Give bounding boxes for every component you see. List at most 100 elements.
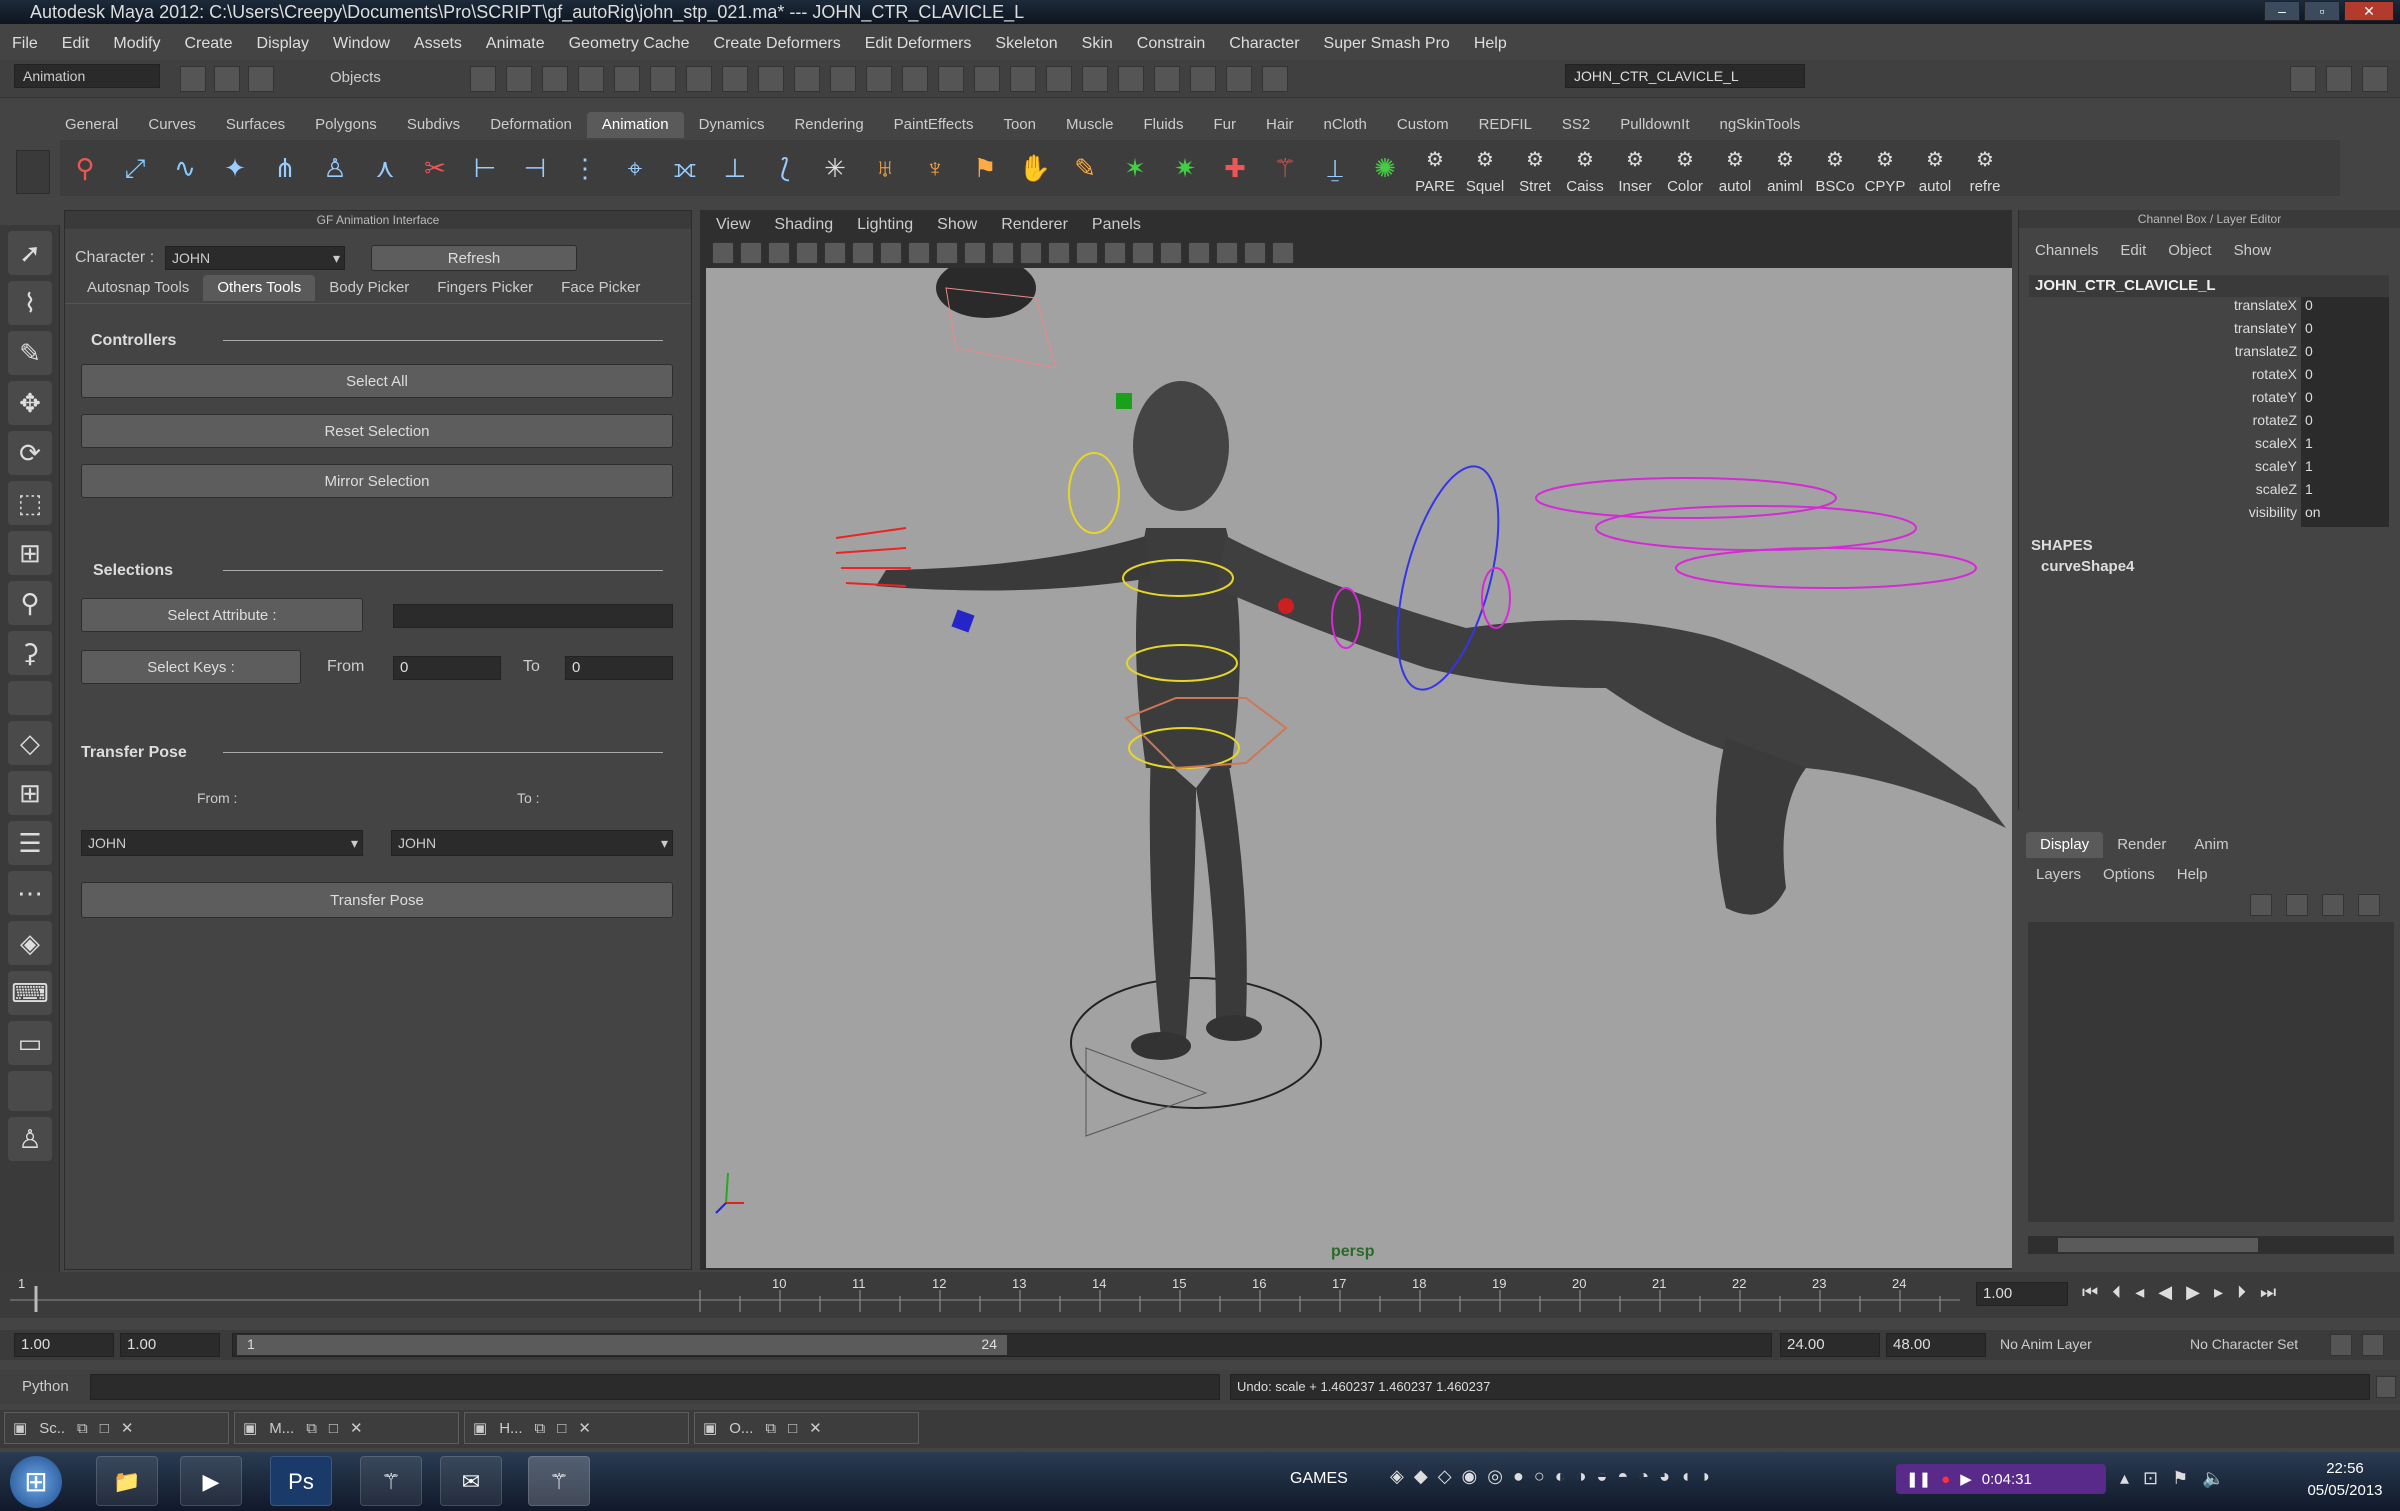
- step-forward-key-icon[interactable]: ⏵: [2237, 1282, 2246, 1303]
- tab-autosnap-tools[interactable]: Autosnap Tools: [73, 275, 203, 301]
- attribute-editor-toggle-icon[interactable]: [2362, 66, 2388, 92]
- range-track[interactable]: 1 24: [232, 1333, 1772, 1357]
- select-attribute-button[interactable]: Select Attribute :: [81, 598, 363, 632]
- end-time-field[interactable]: 48.00: [1886, 1333, 1986, 1357]
- channel-value[interactable]: 0: [2301, 297, 2389, 320]
- viewport-menu-renderer[interactable]: Renderer: [1001, 216, 1068, 238]
- channel-box-toggle-icon[interactable]: [2326, 66, 2352, 92]
- render-view-icon[interactable]: [1154, 66, 1180, 92]
- minimize-button[interactable]: –: [2264, 1, 2300, 21]
- menu-super-smash-pro[interactable]: Super Smash Pro: [1324, 30, 1450, 58]
- script-pare-icon[interactable]: ⚙ PARE: [1410, 140, 1460, 196]
- script-refre-icon[interactable]: ⚙ refre: [1960, 140, 2010, 196]
- channel-row[interactable]: translateY 0: [2031, 320, 2400, 343]
- single-view-icon[interactable]: ◇: [8, 721, 52, 765]
- minimized-window[interactable]: ▣ M... ⧉ □ ✕: [234, 1412, 459, 1444]
- graph-view-icon[interactable]: ⋯: [8, 871, 52, 915]
- reroot-icon[interactable]: ⊢: [460, 140, 510, 196]
- four-view-icon[interactable]: ⊞: [8, 771, 52, 815]
- tray-app-icon[interactable]: ◇: [1438, 1466, 1452, 1487]
- channel-row[interactable]: scaleX 1: [2031, 435, 2400, 458]
- close-icon[interactable]: ✕: [350, 1419, 363, 1437]
- textured-icon[interactable]: [1076, 242, 1098, 264]
- tab-others-tools[interactable]: Others Tools: [203, 275, 316, 301]
- tray-app-icon[interactable]: ◉: [1462, 1466, 1478, 1487]
- connect-joint-icon[interactable]: ⌖: [610, 140, 660, 196]
- script-color-icon[interactable]: ⚙ Color: [1660, 140, 1710, 196]
- menu-animate[interactable]: Animate: [486, 30, 545, 58]
- script-bsco-icon[interactable]: ⚙ BSCo: [1810, 140, 1860, 196]
- xray-joints-icon[interactable]: [1244, 242, 1266, 264]
- tray-app-icon[interactable]: ●: [1513, 1466, 1524, 1487]
- safe-action-icon[interactable]: [964, 242, 986, 264]
- channel-row[interactable]: scaleY 1: [2031, 458, 2400, 481]
- play-backward-icon[interactable]: ◀: [2158, 1282, 2172, 1303]
- from-frame-field[interactable]: 0: [393, 656, 501, 680]
- script-autol-icon[interactable]: ⚙ autol: [1710, 140, 1760, 196]
- channel-row[interactable]: rotateY 0: [2031, 389, 2400, 412]
- input-ops-icon[interactable]: [902, 66, 928, 92]
- viewport-menu-lighting[interactable]: Lighting: [857, 216, 913, 238]
- tray-app-icon[interactable]: ◐: [1555, 1466, 1566, 1487]
- current-frame-field[interactable]: 1.00: [1976, 1282, 2068, 1306]
- menu-create-deformers[interactable]: Create Deformers: [714, 30, 841, 58]
- menu-assets[interactable]: Assets: [414, 30, 462, 58]
- transfer-from-dropdown[interactable]: JOHN ▾: [81, 830, 363, 856]
- magnet-curve-icon[interactable]: [974, 66, 1000, 92]
- channel-value[interactable]: 1: [2301, 481, 2389, 504]
- script-cpyp-icon[interactable]: ⚙ CPYP: [1860, 140, 1910, 196]
- menu-geometry-cache[interactable]: Geometry Cache: [569, 30, 690, 58]
- play-icon[interactable]: ▶: [1960, 1470, 1972, 1488]
- smooth-bind-icon[interactable]: ♆: [910, 140, 960, 196]
- maya-icon[interactable]: ⚚: [360, 1456, 422, 1506]
- isolate-select-icon[interactable]: [1188, 242, 1210, 264]
- shelf-tab-deformation[interactable]: Deformation: [475, 112, 587, 138]
- menu-set-dropdown[interactable]: Animation: [14, 64, 160, 88]
- script-editor-icon[interactable]: [2376, 1376, 2396, 1398]
- human-ik-icon[interactable]: ♙: [310, 140, 360, 196]
- screen-recorder-widget[interactable]: ❚❚ ● ▶ 0:04:31: [1896, 1464, 2106, 1494]
- transfer-pose-button[interactable]: Transfer Pose: [81, 882, 673, 918]
- shelf-tab-subdivs[interactable]: Subdivs: [392, 112, 475, 138]
- tab-anim[interactable]: Anim: [2180, 832, 2242, 858]
- safe-title-icon[interactable]: [992, 242, 1014, 264]
- close-button[interactable]: ✕: [2344, 1, 2394, 21]
- script-autol2-icon[interactable]: ⚙ autol: [1910, 140, 1960, 196]
- script-view-icon[interactable]: ⌨: [8, 971, 52, 1015]
- hypershade-view-icon[interactable]: ◈: [8, 921, 52, 965]
- move-layer-up-icon[interactable]: [2322, 894, 2344, 916]
- selection-mask-label[interactable]: Objects: [310, 66, 450, 90]
- parent-constraint-icon[interactable]: ⚚: [1260, 140, 1310, 196]
- go-to-end-icon[interactable]: ⏭: [2260, 1282, 2276, 1303]
- select-all-button[interactable]: Select All: [81, 364, 673, 398]
- start-button[interactable]: ⊞: [10, 1456, 62, 1508]
- shelf-tab-muscle[interactable]: Muscle: [1051, 112, 1129, 138]
- tray-app-icon[interactable]: ◔: [1638, 1466, 1649, 1487]
- paint-select-icon[interactable]: ✎: [8, 331, 52, 375]
- hand-icon[interactable]: ✋: [1010, 140, 1060, 196]
- notes-icon[interactable]: ✉: [440, 1456, 502, 1506]
- point-constraint-icon[interactable]: ✶: [1110, 140, 1160, 196]
- close-icon[interactable]: ✕: [809, 1419, 822, 1437]
- select-hierarchy-icon[interactable]: [470, 66, 496, 92]
- manipulator-icon[interactable]: ⊞: [8, 531, 52, 575]
- le-menu-layers[interactable]: Layers: [2036, 866, 2081, 883]
- volume-icon[interactable]: 🔈: [2202, 1468, 2224, 1489]
- command-input[interactable]: [90, 1374, 1220, 1400]
- character-set-dropdown[interactable]: No Character Set: [2190, 1336, 2298, 1352]
- lock-icon[interactable]: [866, 66, 892, 92]
- pause-icon[interactable]: ❚❚: [1906, 1470, 1931, 1488]
- menu-help[interactable]: Help: [1474, 30, 1507, 58]
- refresh-button[interactable]: Refresh: [371, 245, 577, 271]
- wireframe-icon[interactable]: [1020, 242, 1042, 264]
- maximize-icon[interactable]: □: [100, 1420, 109, 1437]
- menu-modify[interactable]: Modify: [113, 30, 160, 58]
- step-back-frame-icon[interactable]: ◂: [2135, 1282, 2144, 1303]
- channel-value[interactable]: on: [2301, 504, 2389, 527]
- cb-menu-object[interactable]: Object: [2168, 242, 2211, 259]
- construction-history-icon[interactable]: [1118, 66, 1144, 92]
- channel-row[interactable]: visibility on: [2031, 504, 2400, 527]
- mirror-joint-icon[interactable]: ⋏: [360, 140, 410, 196]
- scale-tool-icon[interactable]: ⬚: [8, 481, 52, 525]
- auto-key-icon[interactable]: [2330, 1334, 2352, 1356]
